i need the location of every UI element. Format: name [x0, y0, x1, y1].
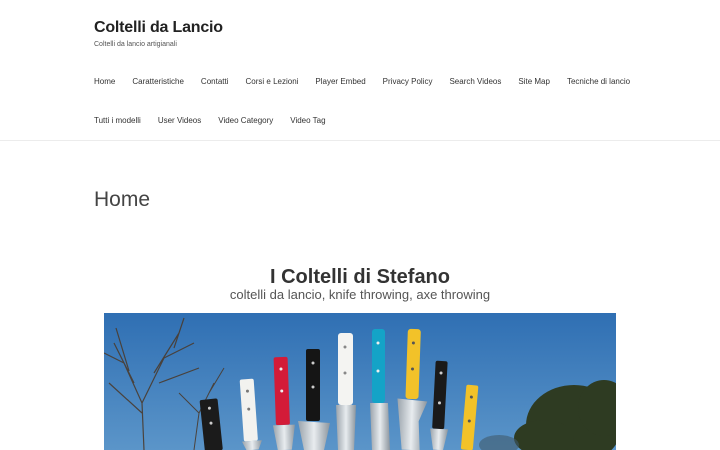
primary-nav: Home Caratteristiche Contatti Corsi e Le… [94, 77, 647, 86]
nav-item-corsi-e-lezioni[interactable]: Corsi e Lezioni [246, 77, 299, 86]
nav-item-video-tag[interactable]: Video Tag [290, 116, 325, 125]
hero-title: I Coltelli di Stefano [269, 265, 450, 288]
nav-item-contatti[interactable]: Contatti [201, 77, 229, 86]
hero-image [104, 313, 616, 450]
primary-nav-row-2: Tutti i modelli User Videos Video Catego… [94, 116, 343, 125]
site-tagline: Coltelli da lancio artigianali [94, 41, 177, 48]
nav-item-user-videos[interactable]: User Videos [158, 116, 201, 125]
site-header: Coltelli da Lancio Coltelli da lancio ar… [0, 0, 720, 141]
nav-item-tecniche-di-lancio[interactable]: Tecniche di lancio [567, 77, 630, 86]
knives-photo [104, 313, 616, 450]
nav-item-privacy-policy[interactable]: Privacy Policy [383, 77, 433, 86]
nav-item-caratteristiche[interactable]: Caratteristiche [132, 77, 184, 86]
hero-subtitle: coltelli da lancio, knife throwing, axe … [229, 287, 491, 302]
nav-item-player-embed[interactable]: Player Embed [315, 77, 365, 86]
page-title: Home [94, 188, 151, 212]
nav-item-search-videos[interactable]: Search Videos [449, 77, 501, 86]
nav-item-tutti-i-modelli[interactable]: Tutti i modelli [94, 116, 141, 125]
nav-item-site-map[interactable]: Site Map [518, 77, 550, 86]
nav-item-home[interactable]: Home [94, 77, 115, 86]
nav-item-video-category[interactable]: Video Category [218, 116, 273, 125]
site-title[interactable]: Coltelli da Lancio [94, 19, 223, 37]
